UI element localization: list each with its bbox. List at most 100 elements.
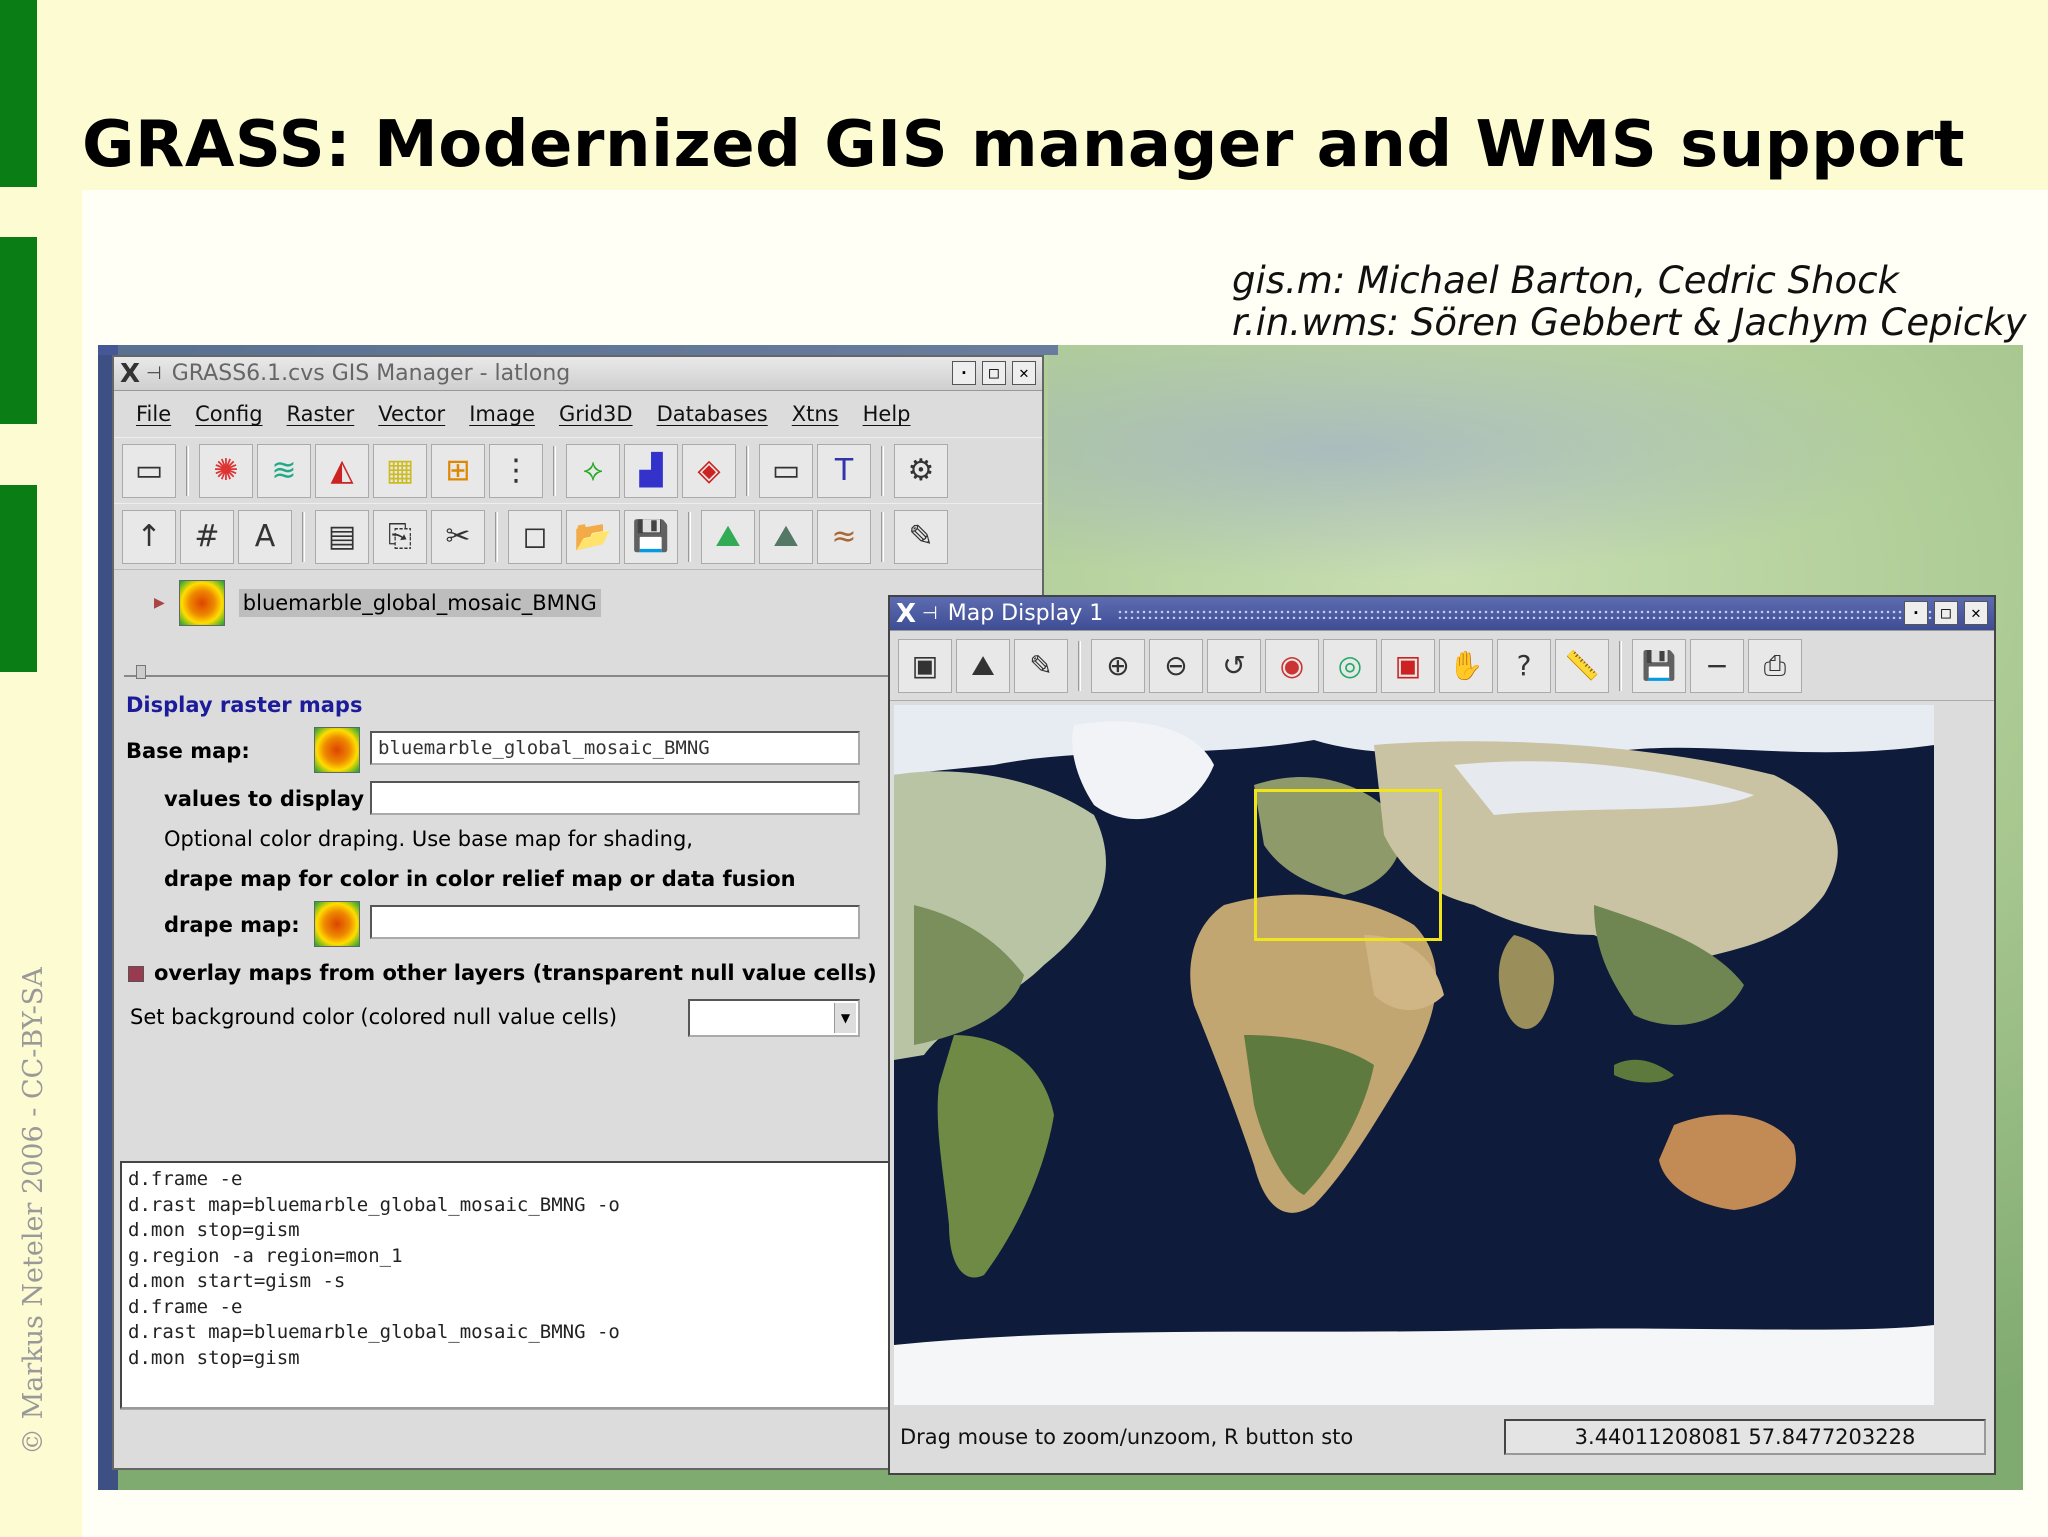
fly-button[interactable]: ⛰ <box>759 509 813 564</box>
new-display-button[interactable]: ▭ <box>122 443 176 498</box>
chevron-down-icon[interactable]: ▼ <box>834 1003 856 1033</box>
sash-handle[interactable] <box>136 665 146 679</box>
close-button[interactable]: ✕ <box>1964 601 1988 625</box>
open-button[interactable]: 📂 <box>566 509 620 564</box>
zoom-region-button[interactable]: ◎ <box>1323 638 1377 693</box>
menu-image[interactable]: Image <box>457 402 547 426</box>
maximize-button[interactable]: □ <box>1934 601 1958 625</box>
zoom-default-button[interactable]: ▣ <box>1381 638 1435 693</box>
text-button[interactable]: T <box>817 443 871 498</box>
base-map-field[interactable]: bluemarble_global_mosaic_BMNG <box>370 731 860 765</box>
frame-icon: ⊞ <box>445 452 471 488</box>
menu-grid3d[interactable]: Grid3D <box>547 402 645 426</box>
values-field[interactable] <box>370 781 860 815</box>
coordinates-readout: 3.44011208081 57.8477203228 <box>1504 1419 1986 1455</box>
copyright-notice: © Markus Neteler 2006 - CC-BY-SA <box>18 967 49 1455</box>
cell-values-button[interactable]: ⋮ <box>489 443 543 498</box>
background-color-label: Set background color (colored null value… <box>130 1005 618 1029</box>
chart-button[interactable]: ▟ <box>624 443 678 498</box>
x-logo-icon: X <box>896 598 917 629</box>
menu-databases[interactable]: Databases <box>645 402 780 426</box>
zoom-out-button[interactable]: ⊖ <box>1149 638 1203 693</box>
pane-divider[interactable] <box>124 665 944 679</box>
base-map-select-icon[interactable] <box>314 727 360 773</box>
text-icon: T <box>834 452 854 488</box>
save-button[interactable]: 💾 <box>624 509 678 564</box>
minimize-button[interactable]: · <box>1904 601 1928 625</box>
measure-button[interactable]: 📏 <box>1555 638 1609 693</box>
grid-icon: # <box>194 518 220 554</box>
raster-button[interactable]: ✺ <box>199 443 253 498</box>
copy-button[interactable]: ⎘ <box>373 509 427 564</box>
zoom-back-button[interactable]: ↺ <box>1207 638 1261 693</box>
frame-button[interactable]: ⊞ <box>431 443 485 498</box>
command-button[interactable]: ⚙ <box>894 443 948 498</box>
zoom-back-icon: ↺ <box>1222 648 1246 682</box>
labels-button[interactable]: A <box>238 509 292 564</box>
digitize-button[interactable]: ✎ <box>894 509 948 564</box>
vector-button[interactable]: ⟡ <box>566 443 620 498</box>
expand-arrow-icon[interactable]: ▶ <box>154 595 165 611</box>
histogram-button[interactable]: ◭ <box>315 443 369 498</box>
menu-xtns[interactable]: Xtns <box>780 402 851 426</box>
pin-icon[interactable]: ⊣ <box>922 603 938 624</box>
render-button[interactable]: ⛰ <box>956 638 1010 693</box>
credits: gis.m: Michael Barton, Cedric Shock r.in… <box>1232 260 2027 344</box>
gis-manager-titlebar[interactable]: X ⊣ GRASS6.1.cvs GIS Manager - latlong ·… <box>114 357 1042 391</box>
print-button[interactable]: ⎙ <box>1748 638 1802 693</box>
legend-button[interactable]: ▦ <box>373 443 427 498</box>
close-button[interactable]: ✕ <box>1012 361 1036 385</box>
cut-button[interactable]: ✂ <box>431 509 485 564</box>
new-group-icon: ▤ <box>327 518 357 554</box>
minimize-button[interactable]: · <box>952 361 976 385</box>
zoom-selection-box[interactable] <box>1254 789 1442 941</box>
drape-map-select-icon[interactable] <box>314 901 360 947</box>
decorative-green-bar <box>0 485 37 672</box>
erase-icon: ✎ <box>1029 648 1053 682</box>
new-workspace-icon: ◻ <box>522 518 548 554</box>
map-display-titlebar[interactable]: X ⊣ Map Display 1 · □ ✕ <box>890 597 1994 631</box>
menu-file[interactable]: File <box>124 402 183 426</box>
drape-note-line-2: drape map for color in color relief map … <box>164 867 796 891</box>
query-button[interactable]: ? <box>1497 638 1551 693</box>
titlebar-grip <box>1117 608 1944 619</box>
command-output[interactable]: d.frame -e d.rast map=bluemarble_global_… <box>120 1161 900 1409</box>
drape-map-field[interactable] <box>370 905 860 939</box>
north-arrow-button[interactable]: ↑ <box>122 509 176 564</box>
toolbar-separator <box>688 511 691 562</box>
zoom-in-icon: ⊕ <box>1106 648 1130 682</box>
nviz-button[interactable]: ⛰ <box>701 509 755 564</box>
layer-item[interactable]: ▶ bluemarble_global_mosaic_BMNG <box>154 580 601 626</box>
zoom-current-button[interactable]: ◉ <box>1265 638 1319 693</box>
toolbar-separator <box>495 511 498 562</box>
menu-vector[interactable]: Vector <box>366 402 457 426</box>
pin-icon[interactable]: ⊣ <box>146 363 162 384</box>
pan-button[interactable]: ✋ <box>1439 638 1493 693</box>
toolbar-separator <box>186 445 189 496</box>
thematic-button[interactable]: ◈ <box>682 443 736 498</box>
north-arrow-icon: ↑ <box>136 518 162 554</box>
decorative-green-bar <box>0 0 37 187</box>
profile-button[interactable]: ≈ <box>817 509 871 564</box>
display-button[interactable]: ▣ <box>898 638 952 693</box>
layer-name[interactable]: bluemarble_global_mosaic_BMNG <box>238 589 601 617</box>
zoom-in-button[interactable]: ⊕ <box>1091 638 1145 693</box>
base-map-label: Base map: <box>126 739 250 763</box>
rgb-button[interactable]: ≋ <box>257 443 311 498</box>
menu-raster[interactable]: Raster <box>275 402 367 426</box>
save-button[interactable]: 💾 <box>1632 638 1686 693</box>
new-workspace-button[interactable]: ◻ <box>508 509 562 564</box>
map-toolbar: ▣ ⛰ ✎ ⊕ ⊖ ↺ ◉ ◎ ▣ ✋? 📏 💾 − ⎙ <box>890 631 1994 701</box>
label-button[interactable]: ▭ <box>759 443 813 498</box>
new-group-button[interactable]: ▤ <box>315 509 369 564</box>
grid-button[interactable]: # <box>180 509 234 564</box>
minus-button[interactable]: − <box>1690 638 1744 693</box>
maximize-button[interactable]: □ <box>982 361 1006 385</box>
overlay-checkbox[interactable] <box>128 966 144 982</box>
menu-help[interactable]: Help <box>851 402 923 426</box>
map-canvas[interactable] <box>894 705 1934 1405</box>
erase-button[interactable]: ✎ <box>1014 638 1068 693</box>
menu-config[interactable]: Config <box>183 402 274 426</box>
label-icon: ▭ <box>771 452 801 488</box>
background-color-select[interactable]: ▼ <box>688 999 860 1037</box>
